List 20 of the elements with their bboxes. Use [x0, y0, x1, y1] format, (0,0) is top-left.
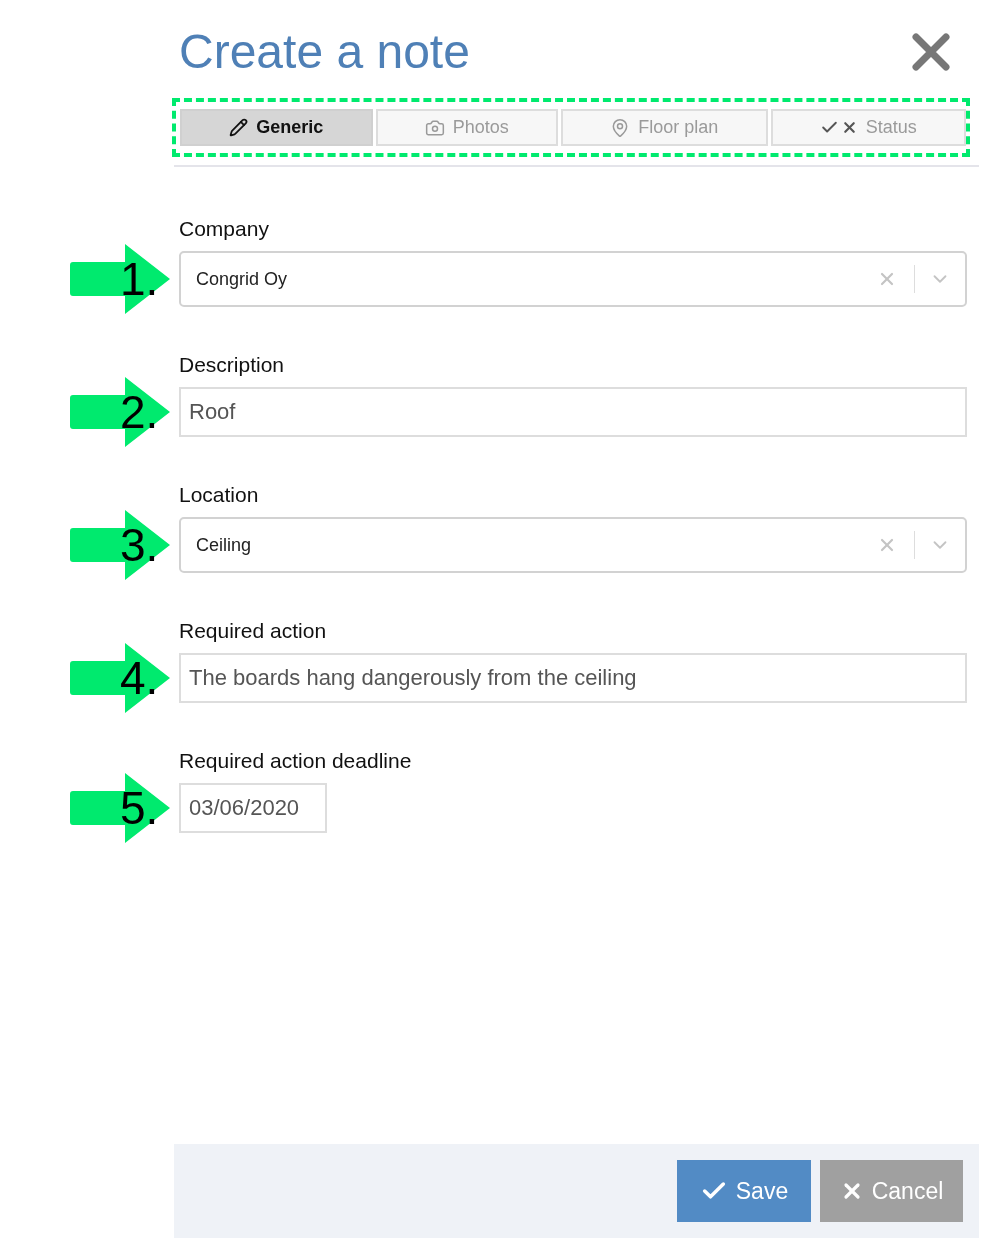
- annotation-number: 3.: [120, 520, 159, 570]
- dialog-title: Create a note: [179, 24, 470, 80]
- field-label: Required action: [179, 619, 328, 643]
- select-field[interactable]: Congrid Oy: [179, 251, 967, 307]
- annotation-number: 1.: [120, 254, 159, 304]
- field-label: Description: [179, 353, 286, 377]
- field-label: Required action deadline: [179, 749, 413, 773]
- field-label: Location: [179, 483, 260, 507]
- save-button[interactable]: Save: [677, 1160, 811, 1222]
- tab[interactable]: Generic: [180, 109, 373, 146]
- field-label: Company: [179, 217, 270, 241]
- text-field[interactable]: Roof: [179, 387, 967, 437]
- annotation-number: 2.: [120, 387, 159, 437]
- annotation-number: 4.: [120, 653, 159, 703]
- close-button[interactable]: [912, 33, 950, 71]
- select-field[interactable]: Ceiling: [179, 517, 967, 573]
- text-field[interactable]: The boards hang dangerously from the ceiling: [179, 653, 967, 703]
- annotation-number: 5.: [120, 783, 159, 833]
- pencil-icon: [229, 118, 249, 137]
- date-field[interactable]: 03/06/2020: [179, 783, 327, 833]
